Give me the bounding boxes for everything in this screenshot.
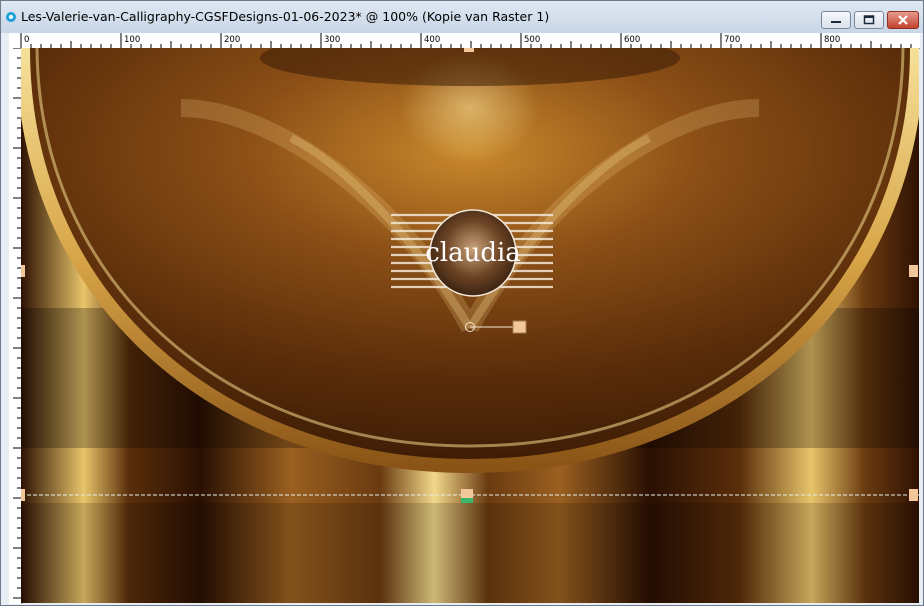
minimize-icon [831,21,841,23]
horizontal-ruler[interactable]: 0 100 200 300 400 500 600 700 800 [9,33,920,49]
ruler-label: 0 [24,35,29,45]
psp-app-icon [6,12,16,22]
close-icon [898,15,908,25]
left-mid-handle[interactable] [21,265,25,277]
artwork: claudia [21,48,919,603]
ruler-labels: 0 100 200 300 400 500 600 700 800 [24,35,840,45]
window-title: Les-Valerie-van-Calligraphy-CGSFDesigns-… [21,9,550,24]
ruler-label: 800 [824,35,840,45]
lower-band [21,503,919,603]
image-canvas[interactable]: claudia [21,48,919,603]
pick-tool-marker [461,498,473,503]
top-mid-handle[interactable] [464,48,474,52]
ruler-label: 600 [624,35,640,45]
minimize-button[interactable] [821,11,851,29]
ruler-label: 300 [324,35,340,45]
title-bar[interactable]: Les-Valerie-van-Calligraphy-CGSFDesigns-… [1,1,923,33]
bottom-mid-handle[interactable] [461,489,473,498]
bottom-right-handle[interactable] [909,489,918,501]
ruler-label: 500 [524,35,540,45]
ruler-label: 200 [224,35,240,45]
image-window: Les-Valerie-van-Calligraphy-CGSFDesigns-… [0,0,924,606]
watermark-text: claudia [425,238,521,268]
close-button[interactable] [887,11,919,29]
ruler-label: 700 [724,35,740,45]
ruler-label: 100 [124,35,140,45]
maximize-button[interactable] [854,11,884,29]
right-mid-handle[interactable] [909,265,918,277]
rotation-handle[interactable] [512,320,527,334]
ruler-ticks [20,33,912,48]
bottom-left-handle[interactable] [21,489,25,501]
maximize-icon [863,15,875,25]
ruler-label: 400 [424,35,440,45]
vertical-ruler-ticks [13,48,21,599]
